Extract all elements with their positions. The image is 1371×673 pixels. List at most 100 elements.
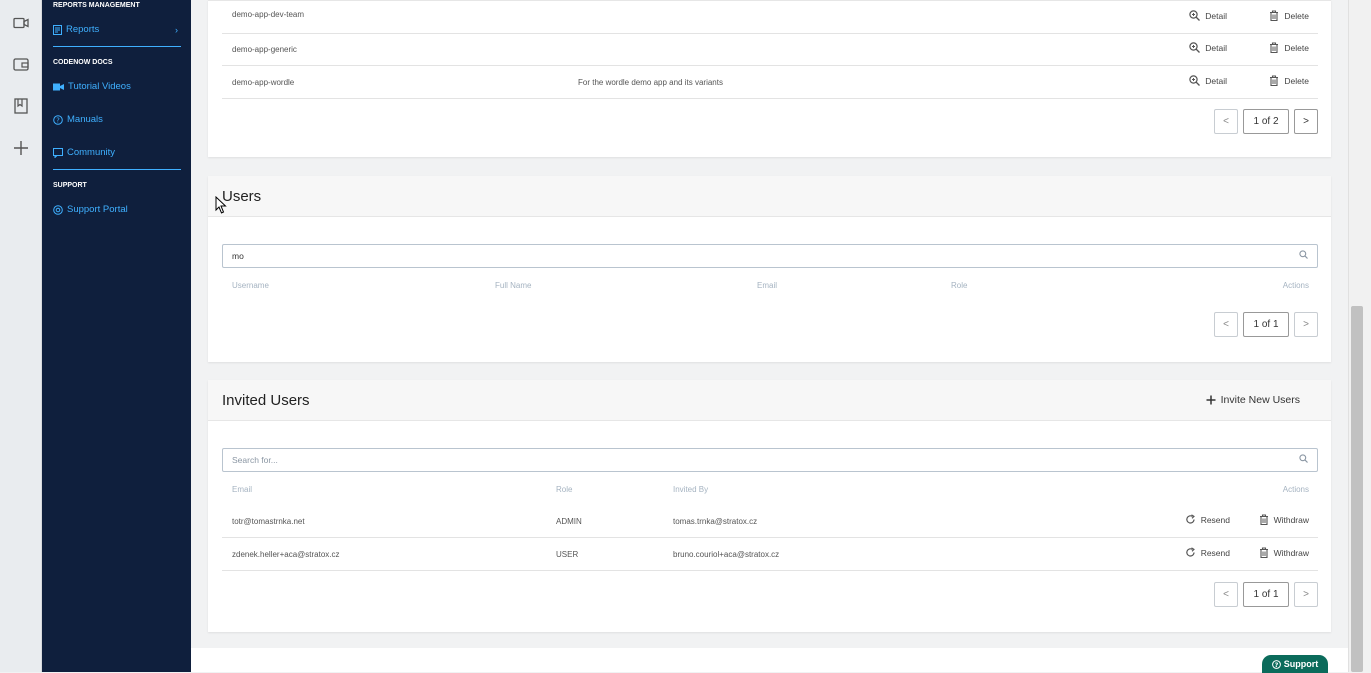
apps-pagination: < 1 of 2 >	[1214, 109, 1318, 134]
icon-rail	[0, 0, 42, 672]
detail-button[interactable]: Detail	[1189, 10, 1227, 21]
table-row: demo-app-wordle For the wordle demo app …	[222, 66, 1318, 99]
main-content: demo-app-dev-team Detail Delete demo-app…	[191, 0, 1348, 672]
help-circle-icon: ?	[53, 114, 63, 125]
search-icon	[1299, 245, 1308, 267]
column-email: Email	[232, 485, 253, 494]
video-icon	[53, 83, 64, 90]
sidebar-item-manuals[interactable]: ? Manuals	[53, 114, 103, 125]
book-icon[interactable]	[10, 95, 32, 117]
plus-icon[interactable]	[10, 137, 32, 159]
sidebar-item-support-portal[interactable]: Support Portal	[53, 204, 128, 215]
svg-text:?: ?	[1274, 660, 1278, 668]
users-table-header: Username Full Name Email Role Actions	[222, 281, 1318, 293]
video-icon[interactable]	[10, 12, 32, 34]
invited-table-header: Email Role Invited By Actions	[222, 485, 1318, 497]
withdraw-button[interactable]: Withdraw	[1259, 547, 1309, 558]
invite-invited-by: tomas.trnka@stratox.cz	[673, 517, 758, 526]
app-name: demo-app-generic	[232, 45, 297, 54]
withdraw-button[interactable]: Withdraw	[1259, 514, 1309, 525]
sidebar-item-reports[interactable]: Reports ›	[53, 24, 181, 35]
report-icon	[53, 24, 62, 35]
trash-icon	[1270, 10, 1279, 21]
trash-icon	[1259, 514, 1268, 525]
invited-users-card: Invited Users Invite New Users Search fo…	[208, 380, 1331, 632]
sidebar-item-label: Manuals	[67, 114, 103, 125]
invited-users-title: Invited Users	[222, 391, 310, 409]
sidebar-section-support: SUPPORT	[53, 182, 87, 189]
divider	[53, 46, 181, 47]
sidebar-item-community[interactable]: Community	[53, 147, 115, 158]
trash-icon	[1270, 75, 1279, 86]
invite-invited-by: bruno.couriol+aca@stratox.cz	[673, 550, 780, 559]
apps-card: demo-app-dev-team Detail Delete demo-app…	[208, 0, 1331, 157]
prev-page-button[interactable]: <	[1214, 109, 1238, 134]
sidebar: REPORTS MANAGEMENT Reports › CODENOW DOC…	[42, 0, 191, 672]
invite-email: zdenek.heller+aca@stratox.cz	[232, 550, 340, 559]
table-row: totr@tomastrnka.net ADMIN tomas.trnka@st…	[222, 505, 1318, 538]
invited-pagination: < 1 of 1 >	[1214, 582, 1318, 607]
scrollbar-thumb[interactable]	[1351, 306, 1363, 672]
app-description: For the wordle demo app and its variants	[578, 78, 723, 87]
trash-icon	[1270, 42, 1279, 53]
users-pagination: < 1 of 1 >	[1214, 312, 1318, 337]
column-full-name: Full Name	[495, 281, 532, 290]
zoom-icon	[1189, 75, 1201, 86]
table-row: demo-app-generic Detail Delete	[222, 33, 1318, 66]
zoom-icon	[1189, 42, 1201, 53]
users-card: Users mo Username Full Name Email Role A…	[208, 176, 1331, 362]
search-value: mo	[232, 251, 244, 261]
next-page-button[interactable]: >	[1294, 312, 1318, 337]
column-role: Role	[951, 281, 968, 290]
sidebar-section-codenow-docs: CODENOW DOCS	[53, 59, 113, 66]
invited-search-input[interactable]: Search for...	[222, 448, 1318, 472]
app-name: demo-app-wordle	[232, 78, 295, 87]
chat-icon	[53, 147, 63, 158]
sidebar-section-reports: REPORTS MANAGEMENT	[53, 2, 140, 9]
refresh-icon	[1185, 514, 1195, 524]
refresh-icon	[1185, 547, 1195, 557]
table-row: zdenek.heller+aca@stratox.cz USER bruno.…	[222, 538, 1318, 571]
trash-icon	[1259, 547, 1268, 558]
column-invited-by: Invited By	[673, 485, 709, 494]
column-role: Role	[556, 485, 573, 494]
help-circle-icon: ?	[1271, 659, 1281, 669]
search-icon	[1299, 449, 1308, 471]
sidebar-item-label: Reports	[66, 24, 100, 35]
delete-button[interactable]: Delete	[1269, 10, 1309, 21]
support-button[interactable]: ? Support	[1262, 655, 1328, 673]
detail-button[interactable]: Detail	[1189, 42, 1227, 53]
users-title: Users	[208, 176, 1331, 217]
users-search-input[interactable]: mo	[222, 244, 1318, 268]
footer	[191, 648, 1348, 672]
delete-button[interactable]: Delete	[1269, 42, 1309, 53]
page-indicator: 1 of 1	[1243, 312, 1289, 337]
column-actions: Actions	[1282, 281, 1309, 290]
resend-button[interactable]: Resend	[1185, 514, 1230, 525]
invite-new-users-button[interactable]: Invite New Users	[1206, 394, 1300, 406]
invite-email: totr@tomastrnka.net	[232, 517, 305, 526]
next-page-button[interactable]: >	[1294, 109, 1318, 134]
page-indicator: 1 of 2	[1243, 109, 1289, 134]
plus-icon	[1206, 395, 1216, 405]
divider	[53, 169, 181, 170]
prev-page-button[interactable]: <	[1214, 582, 1238, 607]
page-indicator: 1 of 1	[1243, 582, 1289, 607]
zoom-icon	[1189, 10, 1201, 21]
mouse-cursor-icon	[215, 195, 227, 219]
detail-button[interactable]: Detail	[1189, 75, 1227, 86]
delete-button[interactable]: Delete	[1269, 75, 1309, 86]
invited-users-header: Invited Users Invite New Users	[208, 380, 1331, 421]
invite-role: ADMIN	[556, 517, 582, 526]
chevron-right-icon: ›	[175, 24, 178, 35]
sidebar-item-label: Support Portal	[67, 204, 128, 215]
svg-text:?: ?	[56, 116, 60, 124]
wallet-icon[interactable]	[10, 53, 32, 75]
search-placeholder: Search for...	[232, 455, 278, 465]
sidebar-item-tutorial-videos[interactable]: Tutorial Videos	[53, 81, 131, 92]
resend-button[interactable]: Resend	[1185, 547, 1230, 558]
column-username: Username	[232, 281, 269, 290]
next-page-button[interactable]: >	[1294, 582, 1318, 607]
prev-page-button[interactable]: <	[1214, 312, 1238, 337]
column-actions: Actions	[1282, 485, 1309, 494]
